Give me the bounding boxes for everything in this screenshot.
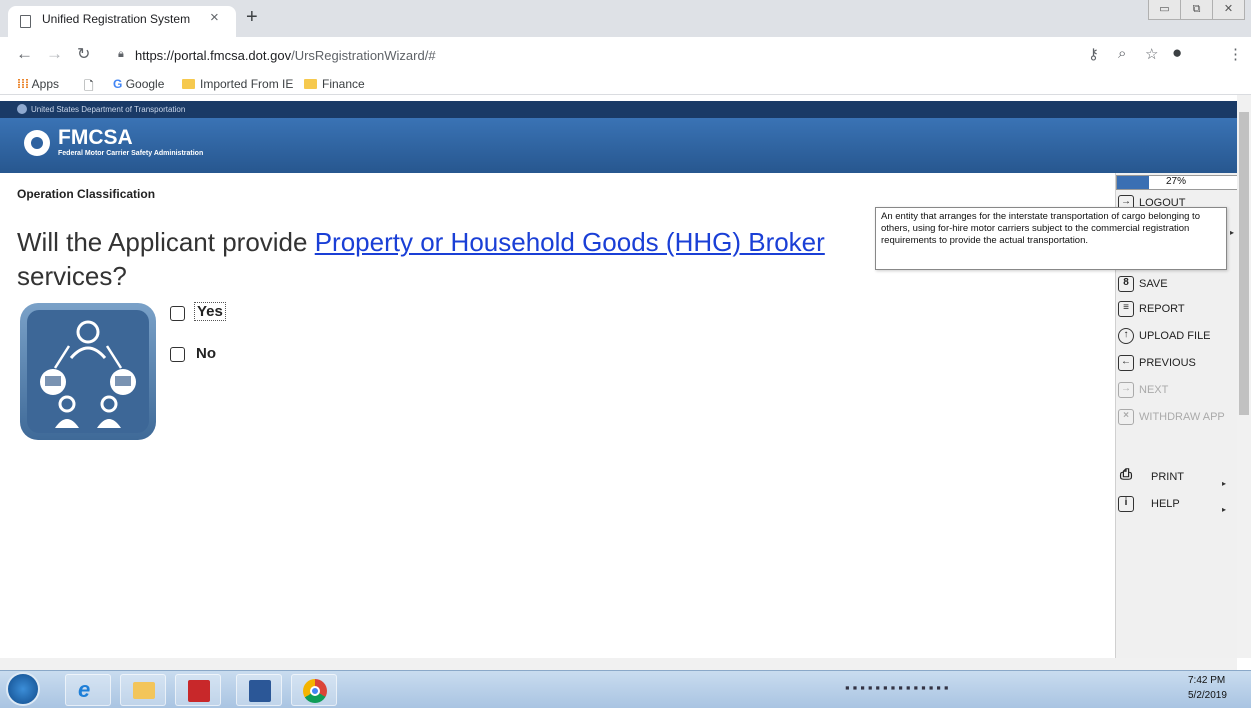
word-icon[interactable] <box>236 674 282 706</box>
broker-definition-link[interactable]: Property or Household Goods (HHG) Broker <box>315 227 825 257</box>
window-controls: ▭ ⧉ ✕ <box>1148 0 1245 20</box>
yes-label-text: Yes <box>194 302 226 321</box>
broker-definition-tooltip: An entity that arranges for the intersta… <box>875 207 1227 270</box>
profile-icon[interactable]: ● <box>1172 43 1182 63</box>
no-label[interactable]: No <box>196 345 216 362</box>
folder-icon <box>182 79 195 89</box>
broker-illustration <box>20 303 156 440</box>
bookmark-label: Apps <box>31 77 60 91</box>
report-icon: ≡ <box>1118 301 1134 317</box>
previous-icon: ← <box>1118 355 1134 371</box>
apps-grid-icon: ⁞⁞⁞ <box>17 77 29 91</box>
upload-file-button[interactable]: ↑ UPLOAD FILE <box>1118 328 1211 344</box>
lock-icon[interactable]: 🔒︎ <box>118 48 124 61</box>
menu-arrow-icon[interactable]: ▸ <box>1230 228 1234 237</box>
folder-icon <box>304 79 317 89</box>
star-icon[interactable]: ☆ <box>1145 45 1158 63</box>
file-explorer-icon[interactable] <box>120 674 166 706</box>
question-prefix: Will the Applicant provide <box>17 227 315 257</box>
upload-icon: ↑ <box>1118 328 1134 344</box>
horizontal-scrollbar[interactable] <box>0 658 1237 670</box>
internet-explorer-icon[interactable]: e <box>65 674 111 706</box>
question-suffix: services? <box>17 261 127 291</box>
dot-seal-icon <box>17 104 27 114</box>
fmcsa-logo-icon[interactable] <box>24 130 50 156</box>
logo-title[interactable]: FMCSA <box>58 126 133 150</box>
previous-label: PREVIOUS <box>1139 357 1196 369</box>
zoom-icon[interactable]: ⌕ <box>1118 45 1126 62</box>
chrome-icon[interactable] <box>291 674 337 706</box>
bookmark-label: Google <box>125 77 165 91</box>
page-icon <box>20 15 31 28</box>
print-button[interactable]: ⎙ PRINT <box>1118 466 1184 485</box>
next-label: NEXT <box>1139 384 1169 396</box>
yes-checkbox[interactable] <box>170 306 185 321</box>
progress-fill <box>1117 176 1149 189</box>
url-host: https://portal.fmcsa.dot.gov <box>135 48 292 63</box>
page-icon[interactable]: 🗋︎ <box>84 77 94 98</box>
clock-time[interactable]: 7:42 PM <box>1188 675 1225 686</box>
acrobat-icon[interactable] <box>175 674 221 706</box>
start-button-icon[interactable] <box>6 672 40 706</box>
system-tray-icons[interactable]: ▪▪▪▪▪▪▪▪▪▪▪▪▪▪ <box>845 680 952 695</box>
restore-icon[interactable]: ⧉ <box>1181 0 1213 19</box>
site-banner <box>0 118 1237 173</box>
withdraw-label: WITHDRAW APP <box>1139 411 1225 423</box>
illustration-frame <box>27 310 149 433</box>
bookmark-finance[interactable]: Finance <box>304 77 365 91</box>
help-label: HELP <box>1151 498 1180 510</box>
logo-subtitle: Federal Motor Carrier Safety Administrat… <box>58 150 204 157</box>
save-button[interactable]: 8 SAVE <box>1118 276 1168 292</box>
withdraw-app-button[interactable]: × WITHDRAW APP <box>1118 409 1225 425</box>
section-title: Operation Classification <box>17 187 156 201</box>
minimize-icon[interactable]: ▭ <box>1149 0 1181 19</box>
no-checkbox[interactable] <box>170 347 185 362</box>
progress-label: 27% <box>1166 176 1187 187</box>
forward-icon[interactable]: → <box>46 44 63 64</box>
back-icon[interactable]: ← <box>16 44 33 64</box>
tab-close-icon[interactable]: × <box>210 9 219 26</box>
new-tab-button[interactable]: + <box>246 6 258 29</box>
bookmark-apps[interactable]: ⁞⁞⁞ Apps <box>17 77 59 91</box>
bookmark-label: Finance <box>322 77 365 91</box>
help-arrow-icon[interactable]: ▸ <box>1222 505 1226 514</box>
clock-date[interactable]: 5/2/2019 <box>1188 690 1227 701</box>
help-button[interactable]: i HELP <box>1118 496 1180 512</box>
save-label: SAVE <box>1139 278 1168 290</box>
bookmark-imported[interactable]: Imported From IE <box>182 77 293 91</box>
vertical-scroll-thumb[interactable] <box>1239 112 1249 415</box>
previous-button[interactable]: ← PREVIOUS <box>1118 355 1196 371</box>
upload-label: UPLOAD FILE <box>1139 330 1211 342</box>
broker-people-icon <box>40 320 136 428</box>
url-text[interactable]: https://portal.fmcsa.dot.gov/UrsRegistra… <box>135 48 436 63</box>
report-button[interactable]: ≡ REPORT <box>1118 301 1185 317</box>
menu-icon[interactable]: ⋮ <box>1228 45 1243 63</box>
reload-icon[interactable]: ↻ <box>77 44 90 64</box>
print-label: PRINT <box>1151 471 1184 483</box>
save-icon: 8 <box>1118 276 1134 292</box>
url-path: /UrsRegistrationWizard/# <box>291 48 436 63</box>
yes-label[interactable]: Yes <box>194 302 226 321</box>
bookmark-label: Imported From IE <box>200 77 294 91</box>
question-text: Will the Applicant provide Property or H… <box>17 225 927 293</box>
info-icon: i <box>1118 496 1134 512</box>
close-window-icon[interactable]: ✕ <box>1213 0 1244 19</box>
gov-bar: United States Department of Transportati… <box>0 101 1237 118</box>
print-arrow-icon[interactable]: ▸ <box>1222 479 1226 488</box>
next-icon: → <box>1118 382 1134 398</box>
report-label: REPORT <box>1139 303 1185 315</box>
key-icon[interactable]: ⚷ <box>1088 45 1099 63</box>
withdraw-icon: × <box>1118 409 1134 425</box>
next-button[interactable]: → NEXT <box>1118 382 1168 398</box>
printer-icon: ⎙ <box>1119 466 1132 483</box>
tab-title: Unified Registration System <box>42 12 191 26</box>
google-icon: G <box>113 77 123 91</box>
bookmark-google[interactable]: G Google <box>113 77 164 91</box>
gov-bar-text: United States Department of Transportati… <box>31 105 186 114</box>
